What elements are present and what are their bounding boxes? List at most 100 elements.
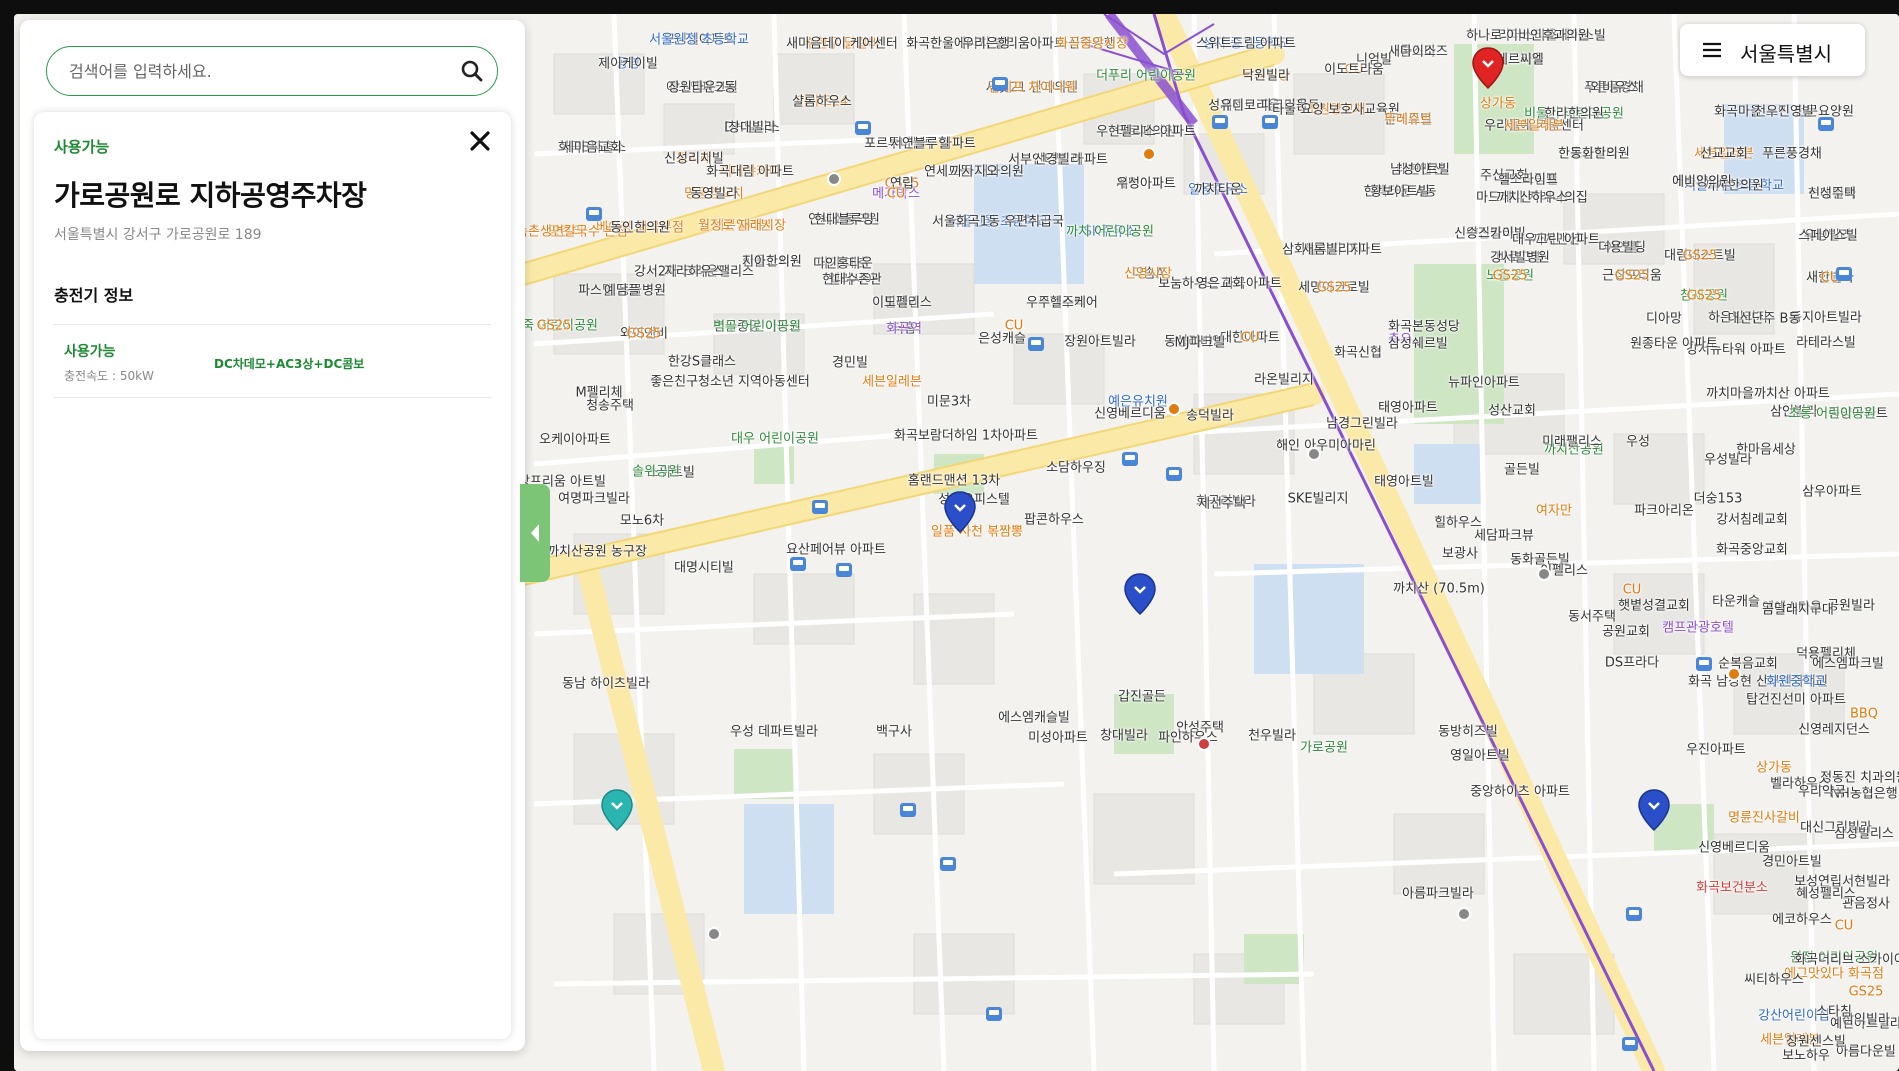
- map-place-label[interactable]: 동인한의원: [610, 221, 670, 236]
- map-place-label[interactable]: 창대빌라: [1100, 729, 1148, 744]
- map-place-label[interactable]: 남경그린빌라: [1326, 417, 1398, 432]
- bus-stop-icon[interactable]: [855, 121, 871, 135]
- map-place-label[interactable]: 삼성빌리스: [1834, 827, 1894, 842]
- map-place-label[interactable]: 신성주택: [1808, 187, 1856, 202]
- map-place-label[interactable]: 솔위공원: [632, 465, 680, 480]
- map-place-label[interactable]: 골든빌: [1504, 463, 1540, 478]
- bus-stop-icon[interactable]: [1166, 467, 1182, 481]
- map-place-label[interactable]: 외비우스: [1590, 81, 1638, 96]
- bus-stop-icon[interactable]: [900, 803, 916, 817]
- map-place-label[interactable]: 디아망: [1646, 312, 1682, 327]
- map-place-label[interactable]: 화곡신협: [1334, 346, 1382, 361]
- poi-dot[interactable]: [827, 172, 841, 186]
- map-place-label[interactable]: 에비양의원: [1672, 175, 1732, 190]
- map-place-label[interactable]: 월정로 재래시장: [698, 219, 786, 234]
- map-place-label[interactable]: 대신단주 B동: [1728, 312, 1801, 327]
- poi-dot[interactable]: [1142, 147, 1156, 161]
- map-place-label[interactable]: 신영베르디움: [1094, 407, 1166, 422]
- map-place-label[interactable]: 우현펠리스 아파트: [1096, 125, 1196, 140]
- map-place-label[interactable]: 현대수존관: [822, 273, 882, 288]
- bus-stop-icon[interactable]: [1696, 657, 1712, 671]
- map-place-label[interactable]: 정동진 치과의원: [1820, 771, 1899, 786]
- map-place-label[interactable]: 동지아트빌라: [1790, 311, 1862, 326]
- map-place-label[interactable]: 명륜진사갈비: [1728, 811, 1800, 826]
- map-place-label[interactable]: BBQ: [1850, 707, 1878, 722]
- map-place-label[interactable]: 라테라스빌: [1796, 336, 1856, 351]
- bus-stop-icon[interactable]: [1622, 1037, 1638, 1051]
- map-place-label[interactable]: 현대블루밍: [814, 213, 874, 228]
- map-place-label[interactable]: 자라하우스: [664, 265, 724, 280]
- map-place-label[interactable]: 까치타운: [1194, 183, 1242, 198]
- map-place-label[interactable]: 영은교회: [1196, 277, 1244, 292]
- map-place-label[interactable]: CU: [887, 187, 906, 202]
- map-place-label[interactable]: 팝콘하우스: [1024, 513, 1084, 528]
- map-place-label[interactable]: 더용빌딩: [1598, 241, 1646, 256]
- map-place-label[interactable]: 햇볕성결교회: [1618, 599, 1690, 614]
- map-place-label[interactable]: 모노6차: [620, 514, 664, 529]
- map-place-label[interactable]: 좋은친구청소년 지역아동센터: [650, 375, 810, 390]
- map-place-label[interactable]: 영일아트빌: [1450, 749, 1510, 764]
- map-place-label[interactable]: MJ파크빌: [1175, 336, 1226, 351]
- poi-dot[interactable]: [1537, 567, 1551, 581]
- map-place-label[interactable]: 선교교회: [1700, 147, 1748, 162]
- map-place-label[interactable]: 에스엠파크빌: [1812, 657, 1884, 672]
- map-place-label[interactable]: 까치마을까치산 아파트: [1706, 387, 1830, 402]
- map-place-label[interactable]: 예담플: [604, 284, 640, 299]
- map-place-label[interactable]: 신영레지던스: [1798, 723, 1870, 738]
- search-box[interactable]: [46, 46, 498, 96]
- map-place-label[interactable]: 남성아트빌: [1390, 163, 1450, 178]
- charger-marker[interactable]: [943, 490, 977, 534]
- bus-stop-icon[interactable]: [836, 563, 852, 577]
- map-place-label[interactable]: 장원아트빌라: [1064, 335, 1136, 350]
- map-place-label[interactable]: 까치산하우스: [1496, 191, 1568, 206]
- poi-dot[interactable]: [1727, 667, 1741, 681]
- search-input[interactable]: [67, 47, 451, 96]
- map-place-label[interactable]: 대우 어린이공원: [731, 432, 819, 447]
- map-place-label[interactable]: CU: [1241, 331, 1260, 346]
- map-place-label[interactable]: 서울화곡1동 우편취급국: [932, 215, 1064, 230]
- map-place-label[interactable]: 탑건진선미 아파트: [1746, 693, 1846, 708]
- charger-marker-selected[interactable]: [1471, 46, 1505, 90]
- map-place-label[interactable]: 화곡보람더하임 1차아파트: [894, 429, 1038, 444]
- map-place-label[interactable]: 서연블루힐: [890, 137, 950, 152]
- map-place-label[interactable]: 동영빌라: [690, 187, 738, 202]
- map-place-label[interactable]: 아름파크빌라: [1402, 887, 1474, 902]
- map-place-label[interactable]: 청송주택: [586, 399, 634, 414]
- map-place-label[interactable]: 삼우아파트: [1802, 485, 1862, 500]
- map-place-label[interactable]: 샬롬하우스: [792, 95, 852, 110]
- charger-marker[interactable]: [600, 788, 634, 832]
- map-place-label[interactable]: 갑진골든: [1118, 690, 1166, 705]
- bus-stop-icon[interactable]: [1262, 115, 1278, 129]
- map-place-label[interactable]: 소담하우징: [1046, 461, 1106, 476]
- poi-dot[interactable]: [707, 927, 721, 941]
- map-place-label[interactable]: 삼성쉐르빌: [1388, 337, 1448, 352]
- map-place-label[interactable]: 뉴파인아파트: [1448, 376, 1520, 391]
- map-place-label[interactable]: 까치산공원 농구장: [547, 545, 647, 560]
- map-place-label[interactable]: 스페이스빌: [1798, 229, 1858, 244]
- map-place-label[interactable]: 한동화한의원: [1558, 147, 1630, 162]
- map-place-label[interactable]: 화곡더리브 스카이아파트: [1794, 953, 1899, 968]
- bus-stop-icon[interactable]: [1836, 267, 1852, 281]
- map-place-label[interactable]: GS25: [627, 327, 662, 342]
- map-place-label[interactable]: 타울 요양 보호사교육원: [1272, 103, 1400, 118]
- map-place-label[interactable]: 더숭153: [1694, 492, 1743, 507]
- map-place-label[interactable]: 제선주택: [1198, 497, 1246, 512]
- map-place-label[interactable]: 화곡역: [886, 322, 922, 337]
- map-place-label[interactable]: CU: [1623, 583, 1642, 598]
- map-place-label[interactable]: 헬스라이프: [1498, 173, 1558, 188]
- map-place-label[interactable]: 우주헬스케어: [1026, 296, 1098, 311]
- map-place-label[interactable]: 대명시티빌: [674, 561, 734, 576]
- map-place-label[interactable]: 강서빌병원: [1490, 251, 1550, 266]
- map-place-label[interactable]: 스타침: [1816, 1005, 1852, 1020]
- map-place-label[interactable]: 이도트라움: [1324, 63, 1384, 78]
- map-place-label[interactable]: 캠프관광호텔: [1662, 621, 1734, 636]
- map-place-label[interactable]: 상가동: [1480, 97, 1516, 112]
- charger-list-item[interactable]: 사용가능 충전속도 : 50kW DC차데모+AC3상+DC콤보: [54, 324, 491, 398]
- charger-marker[interactable]: [1123, 572, 1157, 616]
- map-place-label[interactable]: 순복음교회: [1718, 657, 1778, 672]
- map-place-label[interactable]: 강서침례교회: [1716, 513, 1788, 528]
- map-place-label[interactable]: CU: [1005, 319, 1024, 334]
- map-place-label[interactable]: 한마음세상: [1736, 443, 1796, 458]
- map-place-label[interactable]: 미문3차: [927, 395, 971, 410]
- map-place-label[interactable]: 스위트드림 아파트: [1196, 37, 1296, 52]
